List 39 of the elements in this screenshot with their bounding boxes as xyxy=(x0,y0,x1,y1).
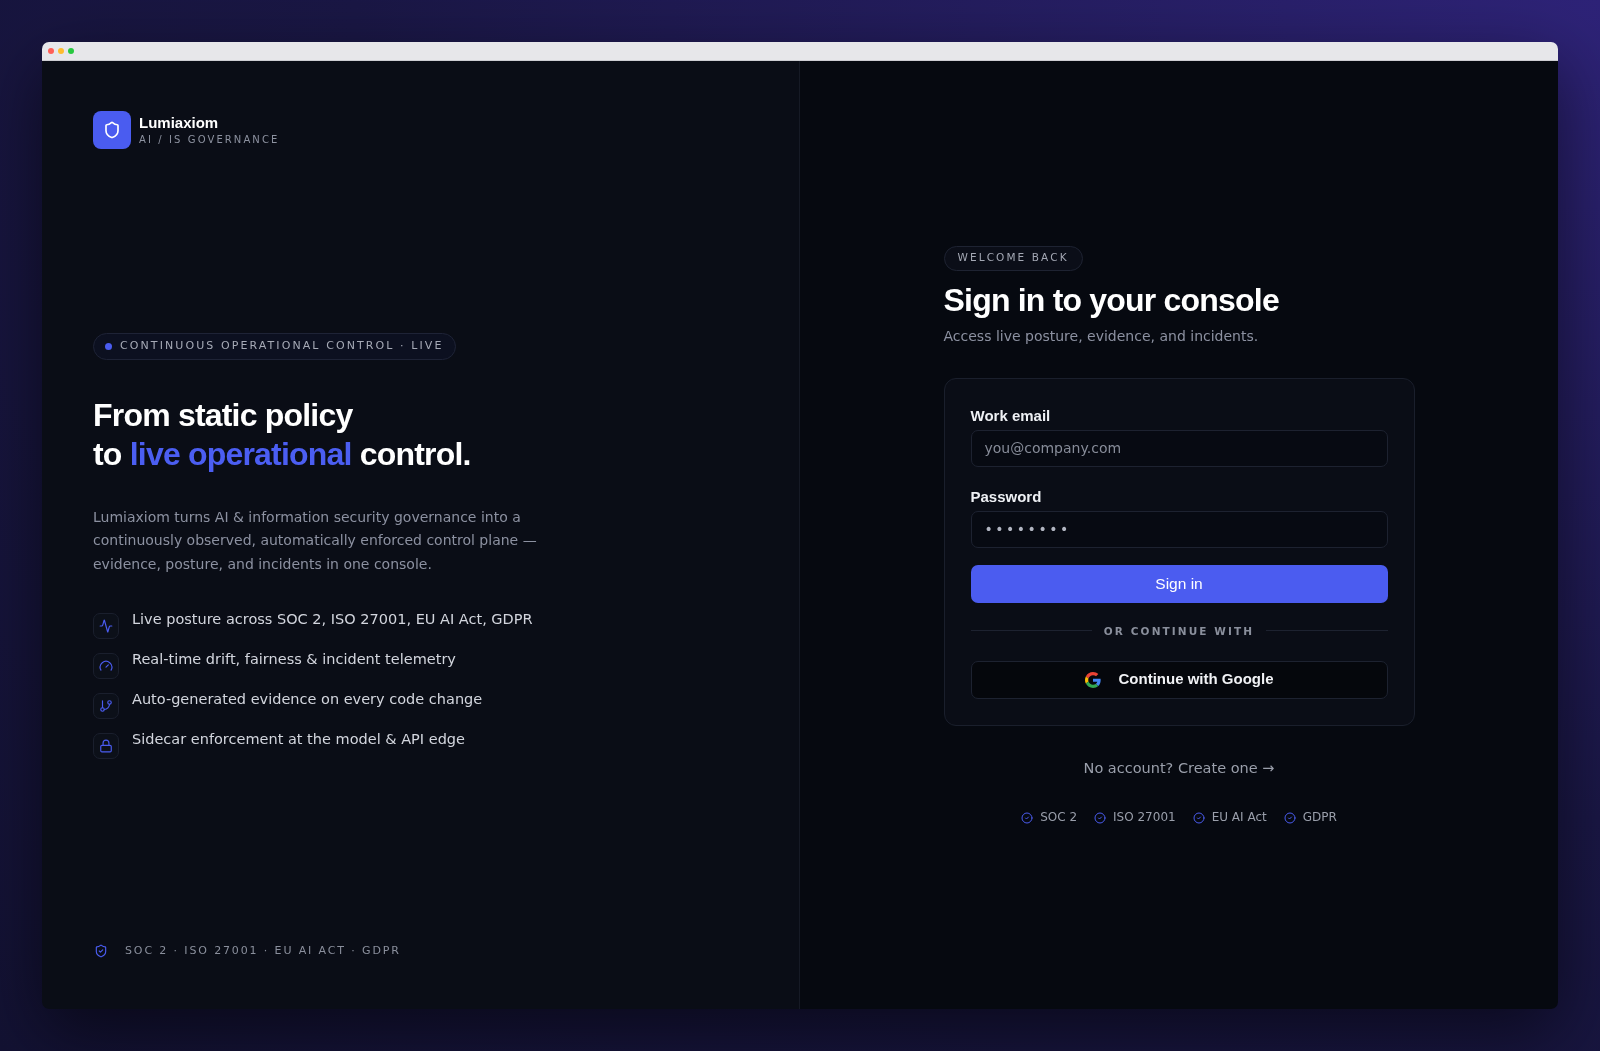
password-field[interactable]: •••••••• xyxy=(970,510,1388,548)
window-minimize-button[interactable] xyxy=(58,48,64,54)
field-label: Work email xyxy=(970,405,1052,426)
certification-label: ISO 27001 xyxy=(1113,808,1176,825)
field-label: Password xyxy=(970,486,1043,507)
branch-icon xyxy=(93,693,119,720)
certification-label: EU AI Act xyxy=(1211,808,1267,825)
certification-label: SOC 2 xyxy=(1040,808,1078,825)
create-account-link[interactable]: No account? Create one → xyxy=(1083,757,1275,778)
check-circle-icon xyxy=(1021,811,1034,824)
email-field[interactable]: you@company.com xyxy=(970,429,1388,467)
check-circle-icon xyxy=(1192,811,1205,824)
brand-tagline: AI / IS GOVERNANCE xyxy=(139,132,280,147)
gauge-icon xyxy=(93,653,119,680)
window-close-button[interactable] xyxy=(48,48,54,54)
status-text: CONTINUOUS OPERATIONAL CONTROL · LIVE xyxy=(120,339,444,354)
check-circle-icon xyxy=(1094,811,1107,824)
brand-name: Lumiaxiom xyxy=(139,113,220,132)
sign-in-title: Sign in to your console xyxy=(943,280,1280,320)
welcome-eyebrow: WELCOME BACK xyxy=(943,245,1083,271)
feature-text: Live posture across SOC 2, ISO 27001, EU AI Act, GDPR xyxy=(132,610,533,630)
lock-icon xyxy=(93,733,119,760)
shield-check-icon xyxy=(94,944,108,958)
feature-text: Auto-generated evidence on every code change xyxy=(132,690,483,710)
window-maximize-button[interactable] xyxy=(68,48,74,54)
compliance-footer: SOC 2 · ISO 27001 · EU AI ACT · GDPR xyxy=(125,943,401,959)
sign-in-button[interactable]: Sign in xyxy=(970,564,1388,603)
hero-headline: From static policy to live operational control. xyxy=(93,395,471,474)
check-circle-icon xyxy=(1283,811,1296,824)
shield-logo-icon xyxy=(93,111,131,149)
feature-text: Real-time drift, fairness & incident telemetry xyxy=(132,650,456,670)
google-sign-in-button[interactable]: Continue with Google xyxy=(970,660,1388,699)
feature-text: Sidecar enforcement at the model & API edge xyxy=(132,730,465,750)
google-logo-icon xyxy=(1084,671,1101,688)
certification-label: GDPR xyxy=(1302,808,1337,825)
pulse-icon xyxy=(93,613,119,640)
sign-in-subtitle: Access live posture, evidence, and incidents. xyxy=(943,326,1260,346)
divider-label: OR CONTINUE WITH xyxy=(1103,623,1255,638)
hero-description: Lumiaxiom turns AI & information security governance into a continuously observed, automatically enforced control plane — evidence, posture, and incidents in one console. xyxy=(93,507,538,574)
